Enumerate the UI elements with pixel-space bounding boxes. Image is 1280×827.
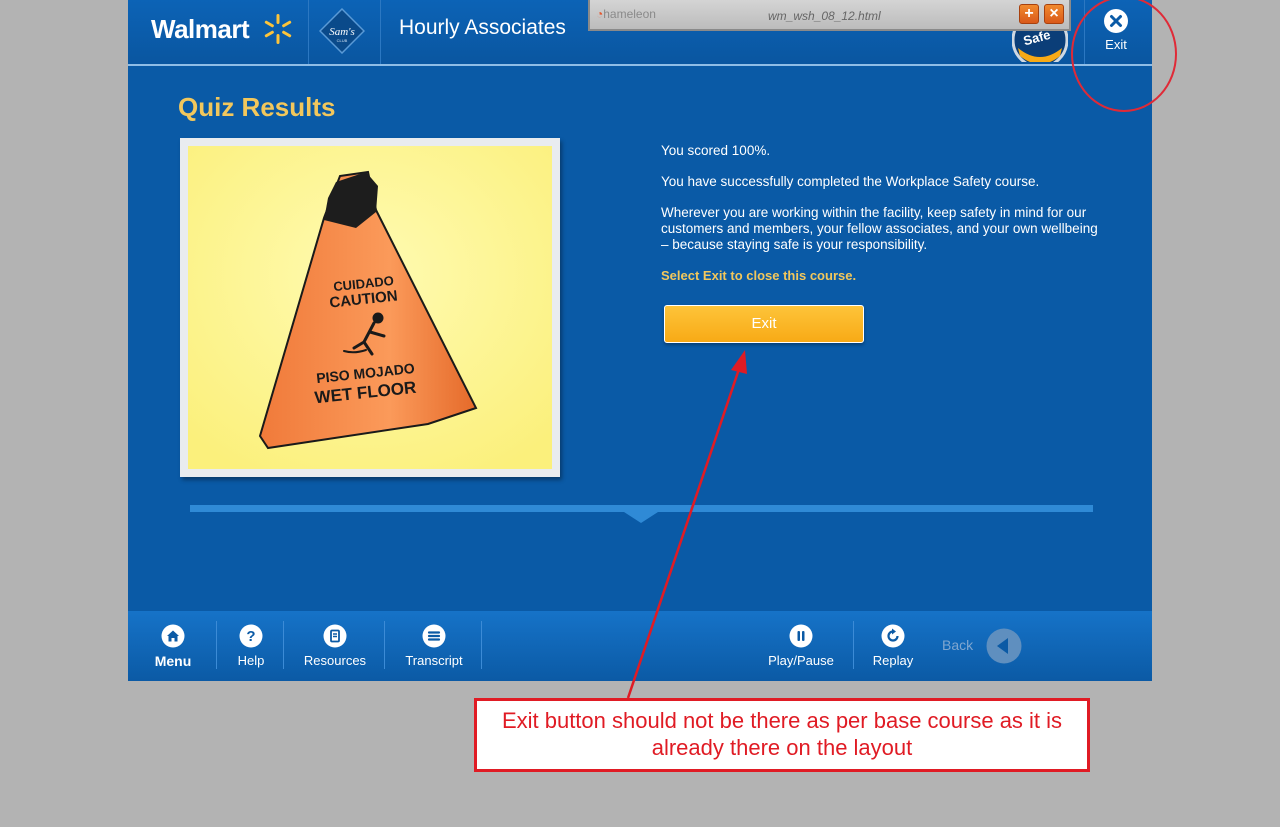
transcript-label: Transcript xyxy=(405,653,463,668)
safety-text: Wherever you are working within the faci… xyxy=(661,205,1098,252)
pause-icon xyxy=(789,624,813,648)
help-icon: ? xyxy=(239,624,263,648)
back-label: Back xyxy=(942,637,974,653)
header-divider xyxy=(380,0,381,64)
score-text: You scored 100%. xyxy=(661,143,771,158)
back-arrow-icon[interactable] xyxy=(986,628,1022,664)
close-icon[interactable]: × xyxy=(1044,4,1064,24)
footer-divider xyxy=(384,621,385,669)
footer-divider xyxy=(481,621,482,669)
replay-label: Replay xyxy=(872,653,914,668)
replay-icon xyxy=(881,624,905,648)
sams-club-logo: Sam's CLUB xyxy=(319,8,365,54)
transcript-button[interactable]: Transcript xyxy=(394,611,474,681)
walmart-spark-icon xyxy=(264,14,292,44)
page-title: Quiz Results xyxy=(178,92,336,122)
help-label: Help xyxy=(237,653,265,668)
exit-course-button[interactable]: Exit xyxy=(664,305,864,343)
expand-icon[interactable]: + xyxy=(1019,4,1039,24)
footer-divider xyxy=(853,621,854,669)
svg-text:Sam's: Sam's xyxy=(329,26,355,38)
resources-button[interactable]: Resources xyxy=(294,611,376,681)
menu-label: Menu xyxy=(154,653,192,669)
results-content: You scored 100%. You have successfully c… xyxy=(661,143,1101,284)
photo-frame: CUIDADO CAUTION PISO MOJADO WET FLOOR xyxy=(180,138,560,477)
footer-toolbar: Menu ? Help Resources Transcript Play/Pa… xyxy=(128,611,1152,681)
replay-button[interactable]: Replay xyxy=(864,611,922,681)
play-pause-label: Play/Pause xyxy=(768,653,834,668)
instruction-text: Select Exit to close this course. xyxy=(661,268,857,283)
chameleon-filename: wm_wsh_08_12.html xyxy=(768,9,881,23)
help-button[interactable]: ? Help xyxy=(220,611,282,681)
resources-label: Resources xyxy=(303,653,367,668)
progress-marker xyxy=(624,512,658,523)
wet-floor-sign-image: CUIDADO CAUTION PISO MOJADO WET FLOOR xyxy=(188,146,552,469)
header-divider xyxy=(308,0,309,64)
chameleon-logo-text: hameleon xyxy=(603,7,656,21)
footer-divider xyxy=(216,621,217,669)
home-icon xyxy=(161,624,185,648)
completed-text: You have successfully completed the Work… xyxy=(661,174,1040,189)
walmart-logo: Walmart xyxy=(151,14,250,44)
annotation-note: Exit button should not be there as per b… xyxy=(474,698,1090,772)
chameleon-toolbar: ◔hameleon wm_wsh_08_12.html + × xyxy=(588,0,1071,31)
app-title: Hourly Associates xyxy=(399,16,566,39)
document-icon xyxy=(323,624,347,648)
progress-rail xyxy=(190,505,1093,512)
annotation-circle xyxy=(1071,0,1177,112)
menu-button[interactable]: Menu xyxy=(142,611,204,681)
footer-divider xyxy=(283,621,284,669)
play-pause-button[interactable]: Play/Pause xyxy=(764,611,838,681)
chameleon-logo: ◔hameleon xyxy=(596,7,656,21)
svg-text:CLUB: CLUB xyxy=(337,38,348,43)
svg-text:?: ? xyxy=(246,628,255,645)
course-window: Walmart Sam's CLUB Hourly Associates Saf… xyxy=(128,0,1152,681)
transcript-icon xyxy=(422,624,446,648)
